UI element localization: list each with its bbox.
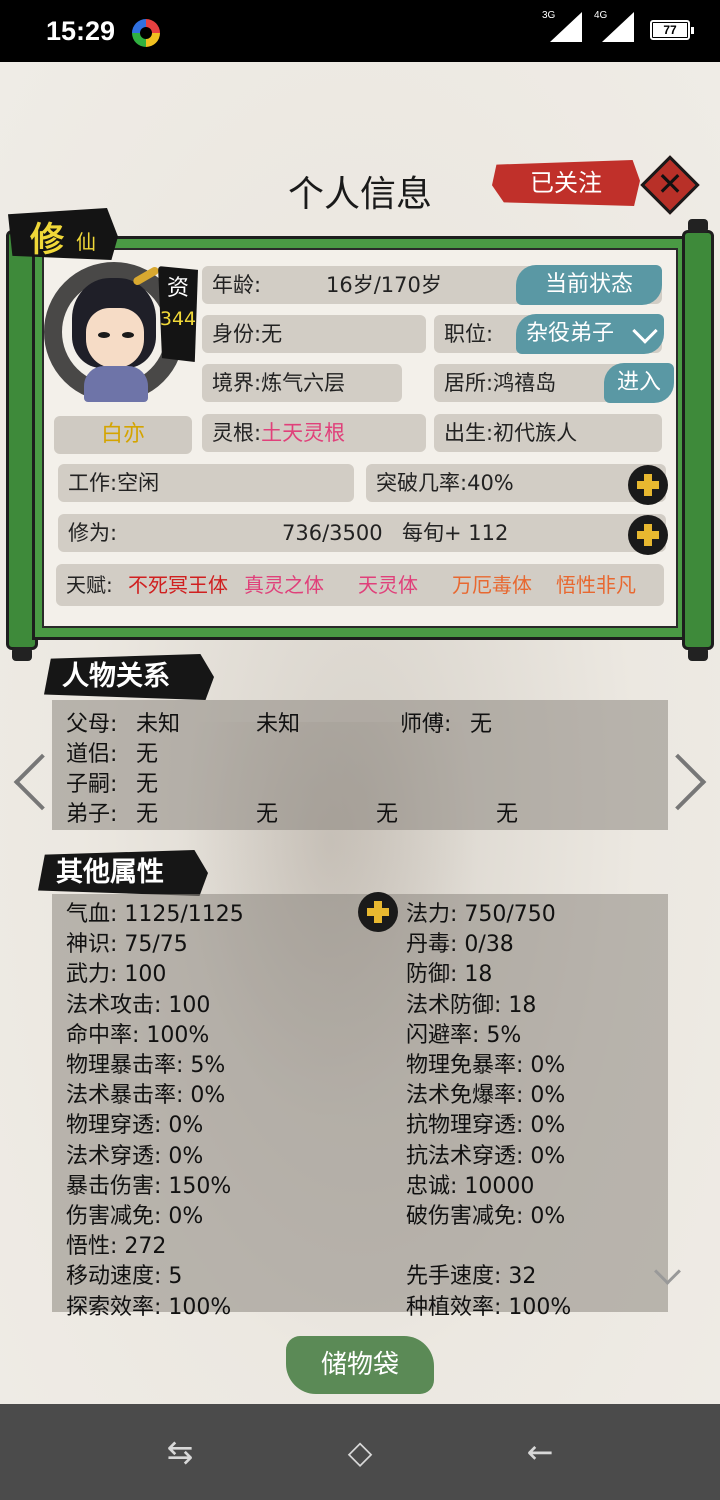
attribute-left-row: 武力: 100 bbox=[66, 962, 167, 988]
chevron-down-icon[interactable] bbox=[652, 1268, 682, 1284]
attribute-right-row: 物理免暴率: 0% bbox=[406, 1053, 566, 1078]
attribute-right-row: 丹毒: 0/38 bbox=[406, 932, 514, 958]
work-field: 工作:空闲 bbox=[58, 464, 354, 502]
close-icon: ✕ bbox=[656, 165, 684, 203]
storage-bag-button[interactable]: 储物袋 bbox=[286, 1336, 434, 1394]
battery-icon: 77 bbox=[650, 20, 694, 40]
attribute-right-row: 抗法术穿透: 0% bbox=[406, 1143, 566, 1169]
cultivation-plus-icon[interactable] bbox=[628, 515, 668, 555]
parent-2-value[interactable]: 未知 bbox=[256, 706, 300, 738]
attribute-right-row: 忠诚: 10000 bbox=[406, 1173, 535, 1199]
master-label: 师傅: bbox=[400, 712, 452, 737]
app-notification-icon bbox=[132, 19, 160, 47]
parents-label: 父母: bbox=[66, 712, 118, 737]
scroll-rod-right bbox=[682, 219, 714, 661]
attribute-left-row: 气血: 1125/1125 bbox=[66, 902, 244, 927]
attribute-right-row: 抗物理穿透: 0% bbox=[406, 1113, 566, 1139]
close-button[interactable]: ✕ bbox=[640, 155, 700, 215]
clock: 15:29 bbox=[46, 16, 116, 46]
talent-item[interactable]: 天灵体 bbox=[358, 564, 418, 606]
attributes-plus-icon[interactable] bbox=[358, 892, 398, 932]
signal-4g-icon: 4G bbox=[594, 10, 634, 42]
cultivation-field: 修为: 736/3500 每旬+ 112 bbox=[58, 514, 666, 552]
next-arrow-icon[interactable] bbox=[649, 750, 712, 811]
attribute-left-row: 物理穿透: 0% bbox=[66, 1113, 204, 1139]
partner-value[interactable]: 无 bbox=[136, 736, 158, 768]
talent-row: 天赋: 不死冥王体 真灵之体 天灵体 万厄毒体 悟性非凡 bbox=[56, 564, 664, 606]
home-icon[interactable]: ◇ bbox=[340, 1432, 380, 1472]
attribute-right-row: 防御: 18 bbox=[406, 962, 493, 988]
talent-item[interactable]: 万厄毒体 bbox=[452, 564, 532, 606]
attribute-left-row: 法术攻击: 100 bbox=[66, 992, 211, 1018]
recent-apps-icon[interactable]: ⇆ bbox=[160, 1432, 200, 1472]
master-value[interactable]: 无 bbox=[470, 706, 492, 738]
partner-label: 道侣: bbox=[66, 742, 118, 767]
talent-item[interactable]: 不死冥王体 bbox=[128, 564, 228, 606]
attribute-left-row: 移动速度: 5 bbox=[66, 1264, 183, 1290]
cultivation-tag: 修 仙 bbox=[8, 208, 118, 260]
disciple-value[interactable]: 无 bbox=[256, 796, 278, 828]
status-bar: 15:29 3G 4G 77 bbox=[0, 0, 720, 62]
disciples-label: 弟子: bbox=[66, 802, 118, 827]
attribute-left-row: 伤害减免: 0% bbox=[66, 1204, 204, 1229]
disciple-value[interactable]: 无 bbox=[136, 796, 158, 828]
attribute-right-row: 种植效率: 100% bbox=[406, 1294, 572, 1320]
character-name: 白亦 bbox=[54, 416, 192, 454]
birth-field: 出生:初代族人 bbox=[434, 414, 662, 452]
breakthrough-plus-icon[interactable] bbox=[628, 465, 668, 505]
attribute-left-row: 法术暴击率: 0% bbox=[66, 1083, 226, 1109]
relations-section-title: 人物关系 bbox=[44, 654, 214, 700]
disciple-value[interactable]: 无 bbox=[376, 796, 398, 828]
attribute-right-row: 闪避率: 5% bbox=[406, 1022, 522, 1048]
current-status-button[interactable]: 当前状态 bbox=[516, 265, 662, 305]
attribute-left-row: 暴击伤害: 150% bbox=[66, 1173, 232, 1199]
attribute-left-row: 神识: 75/75 bbox=[66, 932, 188, 958]
spirit-root-field: 灵根:土天灵根 bbox=[202, 414, 426, 452]
follow-button[interactable]: 已关注 bbox=[492, 160, 640, 206]
talent-item[interactable]: 悟性非凡 bbox=[556, 564, 636, 606]
talent-item[interactable]: 真灵之体 bbox=[244, 564, 324, 606]
attributes-section-title: 其他属性 bbox=[38, 850, 208, 896]
system-nav-bar: ⇆ ◇ ← bbox=[0, 1404, 720, 1500]
realm-field: 境界:炼气六层 bbox=[202, 364, 402, 402]
page-title: 个人信息 bbox=[287, 174, 432, 215]
attribute-right-row: 破伤害减免: 0% bbox=[406, 1204, 566, 1229]
children-label: 子嗣: bbox=[66, 772, 118, 797]
back-icon[interactable]: ← bbox=[520, 1432, 560, 1472]
attribute-left-row: 法术穿透: 0% bbox=[66, 1143, 204, 1169]
attribute-right-row: 先手速度: 32 bbox=[406, 1264, 537, 1290]
identity-field: 身份:无 bbox=[202, 315, 426, 353]
chevron-down-icon bbox=[632, 318, 658, 344]
children-value[interactable]: 无 bbox=[136, 766, 158, 798]
position-dropdown[interactable]: 杂役弟子 bbox=[516, 314, 664, 354]
aptitude-badge: 资 344 bbox=[158, 266, 198, 362]
attribute-right-row: 法术防御: 18 bbox=[406, 992, 537, 1018]
enter-button[interactable]: 进入 bbox=[604, 363, 674, 403]
attribute-left-row: 物理暴击率: 5% bbox=[66, 1053, 226, 1078]
parent-1-value[interactable]: 未知 bbox=[136, 706, 180, 738]
previous-arrow-icon[interactable] bbox=[8, 750, 71, 811]
disciple-value[interactable]: 无 bbox=[496, 796, 518, 828]
breakthrough-field: 突破几率:40% bbox=[366, 464, 666, 502]
attribute-left-row: 悟性: 272 bbox=[66, 1234, 167, 1260]
signal-3g-icon: 3G bbox=[542, 10, 582, 42]
attribute-left-row: 探索效率: 100% bbox=[66, 1294, 232, 1320]
attribute-right-row: 法力: 750/750 bbox=[406, 902, 556, 927]
attribute-left-row: 命中率: 100% bbox=[66, 1022, 210, 1048]
attribute-right-row: 法术免爆率: 0% bbox=[406, 1083, 566, 1109]
